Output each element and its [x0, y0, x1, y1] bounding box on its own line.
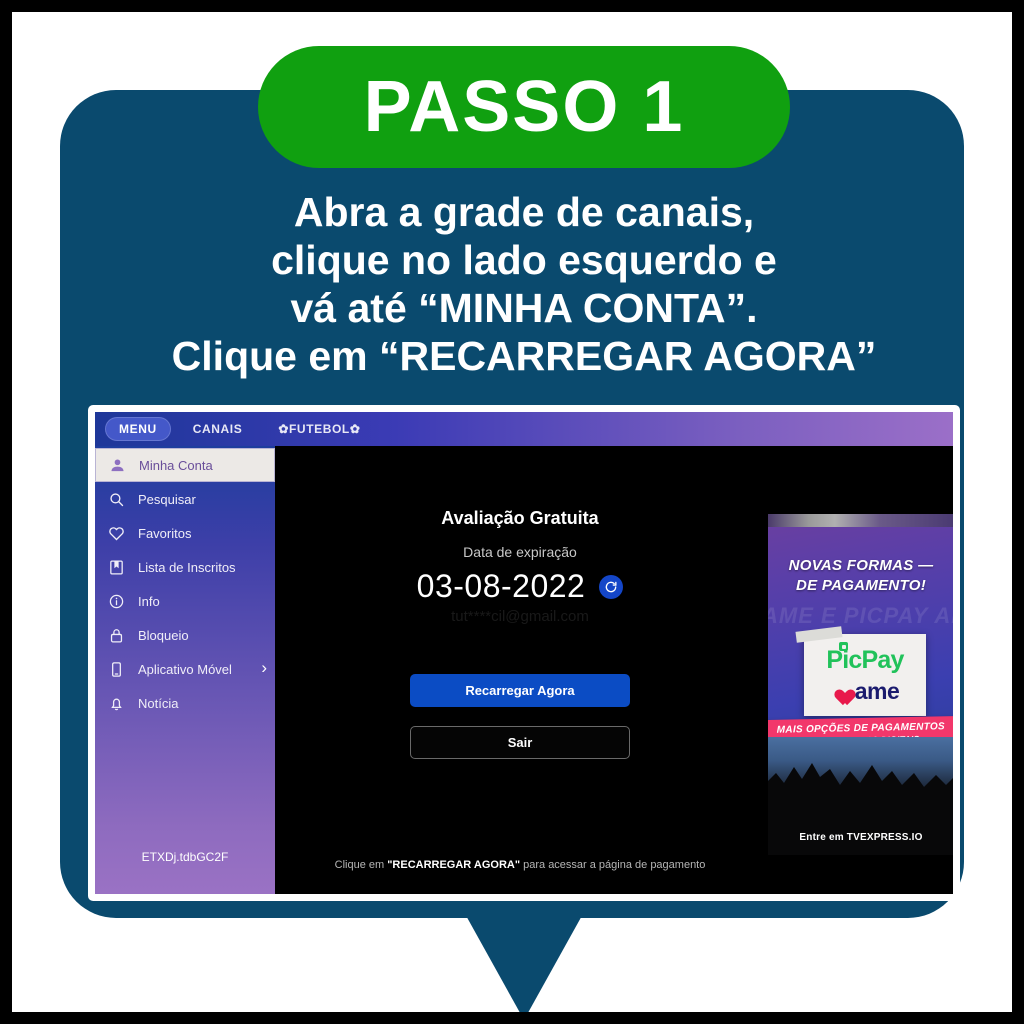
info-icon: [108, 593, 125, 610]
sidebar-label-info: Info: [138, 593, 160, 609]
nav-item-futebol[interactable]: ✿FUTEBOL✿: [264, 417, 374, 441]
instruction-line-2: clique no lado esquerdo e: [271, 237, 777, 283]
exit-button[interactable]: Sair: [410, 726, 630, 759]
speech-bubble-tail: [464, 912, 584, 1012]
lock-icon: [108, 627, 125, 644]
sidebar-label-pesquisar: Pesquisar: [138, 491, 196, 507]
promo-banner-panel[interactable]: NOVAS FORMAS — DE PAGAMENTO! AME E PICPA…: [768, 514, 953, 855]
step-badge: PASSO 1: [258, 46, 790, 168]
instruction-text: Abra a grade de canais, clique no lado e…: [72, 188, 976, 380]
main-content: Avaliação Gratuita Data de expiração 03-…: [275, 446, 953, 894]
sidebar-item-noticia[interactable]: Notícia: [95, 686, 275, 720]
sidebar-item-lista-de-inscritos[interactable]: Lista de Inscritos: [95, 550, 275, 584]
sidebar-item-info[interactable]: Info: [95, 584, 275, 618]
person-icon: [109, 457, 126, 474]
sidebar-item-pesquisar[interactable]: Pesquisar: [95, 482, 275, 516]
hint-emphasis: "RECARREGAR AGORA": [387, 859, 521, 871]
promo-headline-line-1: NOVAS FORMAS —: [788, 557, 934, 574]
recharge-now-button[interactable]: Recarregar Agora: [410, 674, 630, 707]
promo-top-strip: [768, 514, 953, 527]
hint-suffix: para acessar a página de pagamento: [520, 859, 706, 871]
sidebar-item-minha-conta[interactable]: Minha Conta: [95, 448, 275, 482]
step-badge-label: PASSO 1: [363, 67, 685, 147]
sidebar-label-favoritos: Favoritos: [138, 525, 192, 541]
expiration-date: 03-08-2022: [416, 568, 586, 604]
nav-item-menu[interactable]: MENU: [105, 417, 171, 441]
top-nav-bar: MENU CANAIS ✿FUTEBOL✿: [95, 412, 953, 446]
app-window: MENU CANAIS ✿FUTEBOL✿ Minha Conta Pesqui…: [95, 412, 953, 894]
heart-icon: [831, 683, 850, 700]
account-email: tut****cil@gmail.com: [451, 608, 589, 625]
promo-logo-card: PicPay ame: [795, 626, 926, 716]
expiration-row: 03-08-2022: [275, 568, 765, 605]
bell-icon: [108, 695, 125, 712]
instruction-line-3: vá até “MINHA CONTA”.: [290, 285, 758, 331]
screenshot-root: PASSO 1 Abra a grade de canais, clique n…: [0, 0, 1024, 1024]
instruction-line-1: Abra a grade de canais,: [293, 189, 755, 235]
hint-prefix: Clique em: [334, 859, 388, 871]
account-panel: Avaliação Gratuita Data de expiração 03-…: [275, 446, 765, 894]
promo-headline-line-2: DE PAGAMENTO!: [795, 577, 926, 594]
ame-logo-row: ame: [804, 680, 926, 703]
mobile-icon: [108, 661, 125, 678]
sidebar-label-lista-de-inscritos: Lista de Inscritos: [138, 559, 236, 575]
ame-logo: ame: [854, 678, 900, 704]
nav-item-canais[interactable]: CANAIS: [179, 417, 257, 441]
account-title: Avaliação Gratuita: [441, 508, 599, 528]
sidebar: Minha Conta Pesquisar Favoritos Lista de…: [95, 446, 275, 894]
account-hint: Clique em "RECARREGAR AGORA" para acessa…: [287, 858, 753, 873]
device-code: ETXDj.tdbGC2F: [141, 850, 229, 864]
promo-watermark: AME E PICPAY AME E PICPAY AME E PICPAY: [768, 603, 953, 628]
bookmark-icon: [108, 559, 125, 576]
sidebar-item-favoritos[interactable]: Favoritos: [95, 516, 275, 550]
white-canvas: PASSO 1 Abra a grade de canais, clique n…: [12, 12, 1012, 1012]
expiration-label: Data de expiração: [463, 544, 577, 560]
sidebar-item-aplicativo-movel[interactable]: Aplicativo Móvel ›: [95, 652, 275, 686]
search-icon: [108, 491, 125, 508]
chevron-right-icon: ›: [261, 658, 267, 677]
sidebar-item-bloqueio[interactable]: Bloqueio: [95, 618, 275, 652]
instruction-line-4: Clique em “RECARREGAR AGORA”: [171, 333, 877, 379]
picpay-logo: PicPay: [826, 646, 904, 674]
sidebar-label-bloqueio: Bloqueio: [138, 627, 189, 643]
promo-footer: Entre em TVEXPRESS.IO: [799, 832, 923, 843]
sidebar-label-noticia: Notícia: [138, 695, 179, 711]
sidebar-label-aplicativo-movel: Aplicativo Móvel: [138, 661, 232, 677]
heart-icon: [108, 525, 125, 542]
app-screenshot-frame: MENU CANAIS ✿FUTEBOL✿ Minha Conta Pesqui…: [88, 405, 960, 901]
promo-headline: NOVAS FORMAS — DE PAGAMENTO!: [768, 556, 953, 596]
sidebar-label-minha-conta: Minha Conta: [139, 457, 213, 473]
refresh-icon[interactable]: [599, 574, 624, 599]
